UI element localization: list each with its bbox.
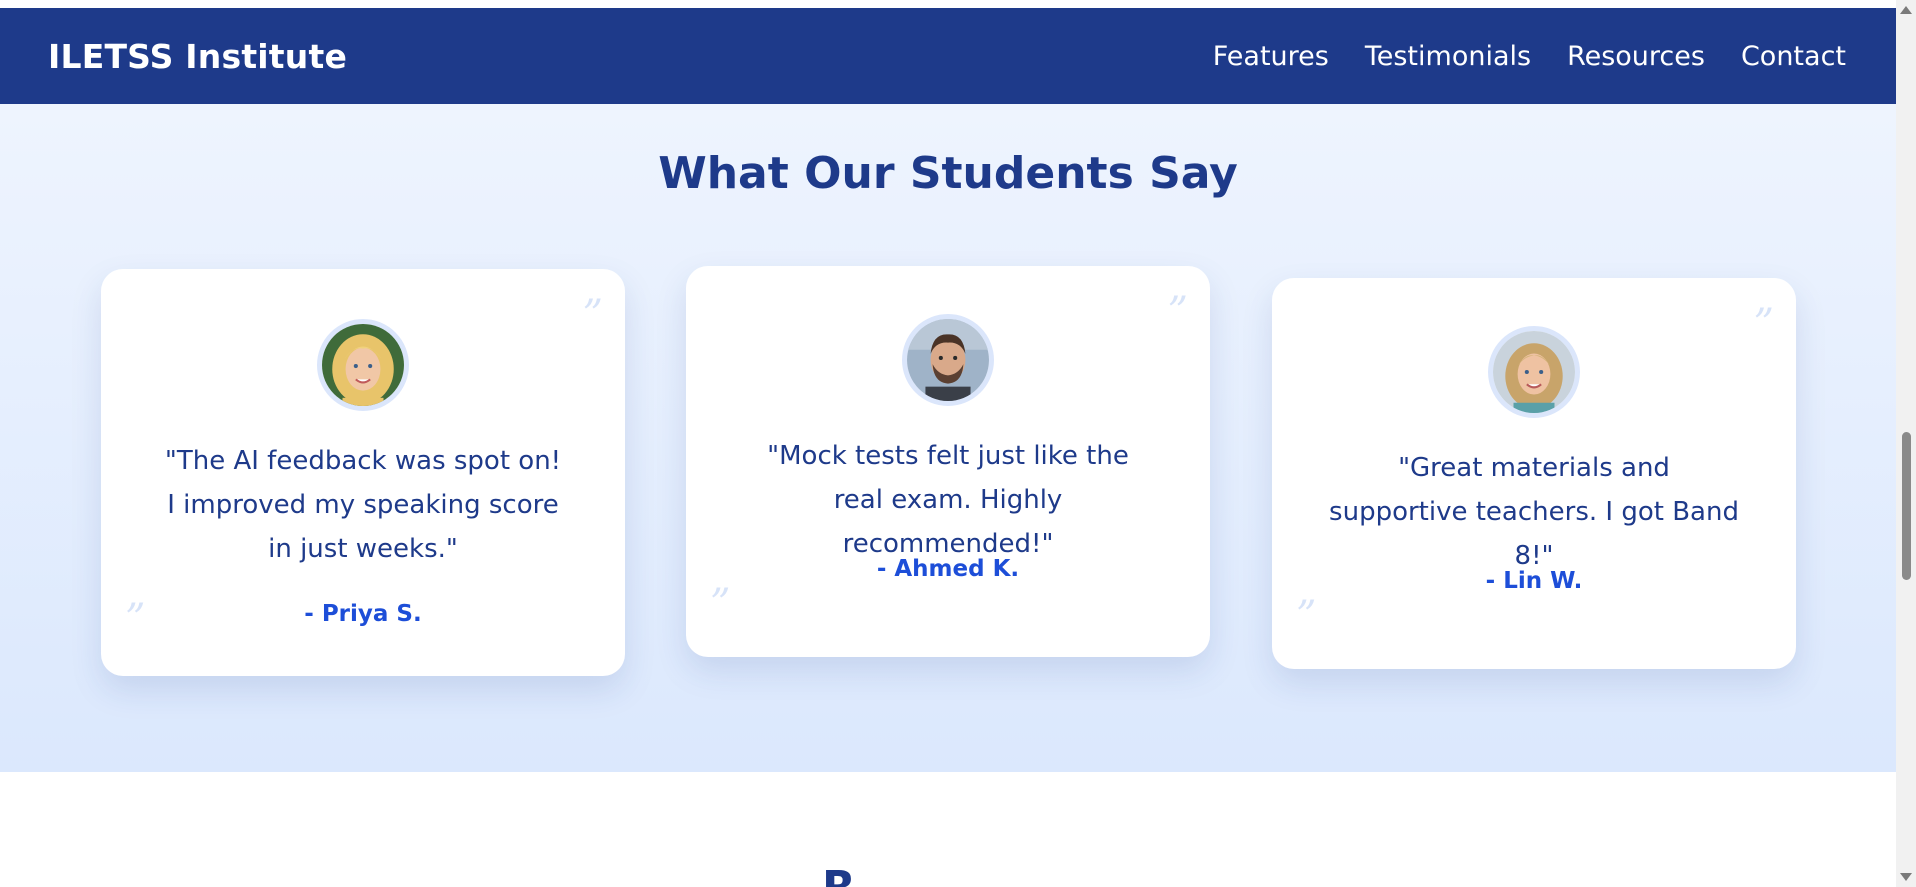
- scrollbar-thumb[interactable]: [1902, 432, 1911, 580]
- testimonial-card-priya: ” "The AI feedback was spot on! I improv…: [101, 269, 625, 676]
- testimonial-author: - Priya S.: [304, 601, 422, 627]
- main-nav: Features Testimonials Resources Contact: [1213, 41, 1846, 72]
- brand-logo[interactable]: ILETSS Institute: [48, 37, 347, 76]
- nav-link-features[interactable]: Features: [1213, 41, 1329, 72]
- avatar: [902, 314, 994, 406]
- quote-mark-icon: ”: [710, 581, 731, 627]
- quote-mark-icon: ”: [1296, 593, 1317, 639]
- testimonial-card-lin: ” "Great materials and supportive teache…: [1272, 278, 1796, 669]
- testimonial-text: "Mock tests felt just like the real exam…: [767, 441, 1129, 559]
- page-viewport: ILETSS Institute Features Testimonials R…: [0, 0, 1896, 887]
- scroll-down-arrow-icon[interactable]: [1900, 873, 1912, 881]
- vertical-scrollbar[interactable]: [1896, 0, 1916, 887]
- testimonial-card-ahmed: ” "Mock tests felt just like the real ex…: [686, 266, 1210, 657]
- top-strip: [0, 0, 1896, 8]
- avatar: [317, 319, 409, 411]
- testimonials-section: What Our Students Say ” "The AI feedback…: [0, 104, 1896, 772]
- testimonial-author: - Lin W.: [1485, 568, 1583, 594]
- navbar: ILETSS Institute Features Testimonials R…: [0, 8, 1896, 104]
- avatar: [1488, 326, 1580, 418]
- testimonial-text: "Great materials and supportive teachers…: [1329, 453, 1739, 571]
- scroll-up-arrow-icon[interactable]: [1900, 6, 1912, 14]
- nav-link-testimonials[interactable]: Testimonials: [1365, 41, 1531, 72]
- nav-link-contact[interactable]: Contact: [1741, 41, 1846, 72]
- quote-mark-icon: ”: [1167, 289, 1188, 335]
- quote-mark-icon: ”: [582, 292, 603, 338]
- testimonial-text: "The AI feedback was spot on! I improved…: [164, 446, 562, 564]
- next-section-title: R: [822, 866, 872, 887]
- nav-link-resources[interactable]: Resources: [1567, 41, 1705, 72]
- quote-mark-icon: ”: [1753, 301, 1774, 347]
- testimonial-author: - Ahmed K.: [876, 556, 1020, 582]
- section-title: What Our Students Say: [658, 148, 1238, 199]
- quote-mark-icon: ”: [125, 596, 146, 642]
